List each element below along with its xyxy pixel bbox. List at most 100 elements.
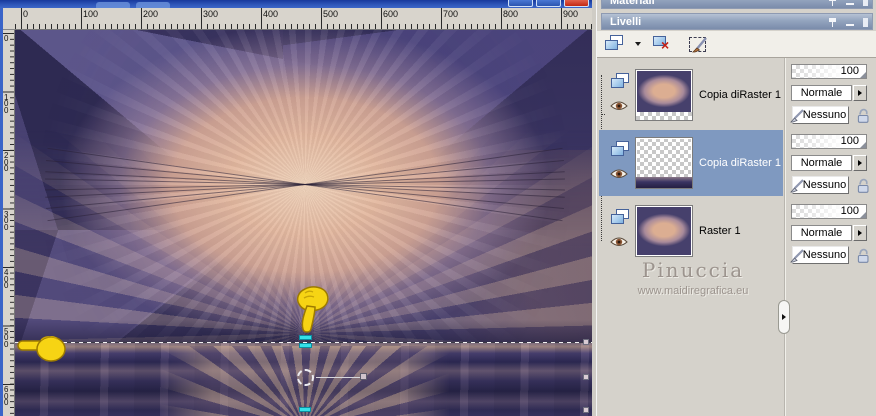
deform-handle[interactable] bbox=[583, 407, 589, 413]
layer-visibility-eye-icon[interactable] bbox=[610, 167, 628, 179]
selection-handle-cyan[interactable] bbox=[299, 407, 311, 412]
edit-selection-button[interactable] bbox=[685, 33, 715, 56]
lock-icon[interactable] bbox=[855, 107, 872, 124]
layer-opacity-slider[interactable]: 100 bbox=[791, 204, 867, 219]
blend-mode-dropdown-arrow[interactable] bbox=[853, 225, 867, 241]
watermark-name: Pinuccia bbox=[641, 258, 745, 282]
pin-icon[interactable] bbox=[829, 0, 837, 7]
v-ruler-label: 2 0 0 bbox=[4, 151, 9, 173]
pointing-hand-down-icon bbox=[292, 284, 334, 336]
layer-thumbnail[interactable] bbox=[635, 205, 693, 257]
materiali-panel-titlebar[interactable]: Materiali bbox=[601, 0, 873, 9]
layer-type-icon bbox=[609, 139, 631, 158]
link-group-row: Nessuno bbox=[789, 176, 873, 195]
delete-layer-button[interactable]: × bbox=[649, 33, 679, 56]
layer-row[interactable]: Copia diRaster 1 bbox=[599, 62, 783, 128]
h-ruler-label: 200 bbox=[143, 9, 159, 19]
panel-splitter[interactable] bbox=[784, 58, 786, 416]
image-window: 0 100 200 300 400 500 600 700 800 900 0 1 0 0 2 0 0… bbox=[0, 0, 592, 416]
layer-type-icon bbox=[609, 71, 631, 90]
v-ruler-label: 5 0 0 bbox=[4, 326, 9, 349]
layer-opacity-slider[interactable]: 100 bbox=[791, 134, 867, 149]
blend-mode-select[interactable]: Normale bbox=[791, 225, 852, 241]
pin-icon[interactable] bbox=[829, 17, 837, 28]
rotation-arm-handle[interactable] bbox=[360, 373, 367, 380]
layer-name-label: Raster 1 bbox=[699, 225, 741, 237]
h-ruler-label: 500 bbox=[323, 9, 339, 19]
link-group-row: Nessuno bbox=[789, 106, 873, 125]
arrow-right-icon bbox=[858, 160, 862, 166]
selection-handle-cyan[interactable] bbox=[299, 343, 312, 348]
watermark: Pinuccia www.maidiregrafica.eu bbox=[597, 258, 789, 297]
collapse-icon[interactable] bbox=[846, 3, 854, 5]
rotation-pivot-icon[interactable] bbox=[297, 369, 314, 386]
layer-row[interactable]: Copia diRaster 1 bbox=[599, 130, 783, 196]
blend-mode-select[interactable]: Normale bbox=[791, 85, 852, 101]
blend-mode-dropdown-arrow[interactable] bbox=[853, 85, 867, 101]
lock-icon[interactable] bbox=[855, 247, 872, 264]
h-ruler-label: 800 bbox=[503, 9, 519, 19]
h-ruler-label: 700 bbox=[443, 9, 459, 19]
panel-menu-icon[interactable] bbox=[863, 18, 868, 27]
opacity-value: 100 bbox=[840, 135, 859, 147]
opacity-value: 100 bbox=[840, 205, 859, 217]
layer-thumbnail[interactable] bbox=[635, 137, 693, 189]
layer-controls-group: 100 Normale Nessuno bbox=[789, 133, 876, 199]
link-group-row: Nessuno bbox=[789, 246, 873, 265]
rotation-pivot-arm bbox=[316, 377, 360, 378]
v-ruler-label: 1 0 0 bbox=[4, 92, 9, 115]
deform-handle[interactable] bbox=[583, 374, 589, 380]
new-layer-button[interactable] bbox=[603, 33, 643, 56]
h-ruler-label: 900 bbox=[563, 9, 579, 19]
layers-palette: Materiali Livelli × Copia diRaster 1 Cop… bbox=[596, 0, 876, 416]
panel-splitter-handle[interactable] bbox=[778, 300, 790, 334]
close-button[interactable] bbox=[564, 0, 589, 7]
opacity-slider-thumb[interactable] bbox=[860, 212, 866, 218]
collapse-icon[interactable] bbox=[846, 24, 854, 26]
v-ruler-label: 4 0 0 bbox=[4, 268, 9, 290]
layer-visibility-eye-icon[interactable] bbox=[610, 99, 628, 111]
livelli-title: Livelli bbox=[610, 16, 642, 28]
opacity-slider-thumb[interactable] bbox=[860, 72, 866, 78]
brush-icon bbox=[790, 108, 805, 123]
vertical-ruler: 0 1 0 0 2 0 0 3 0 0 4 0 0 5 0 0 6 0 0 bbox=[3, 30, 15, 416]
opacity-slider-thumb[interactable] bbox=[860, 142, 866, 148]
deform-handle[interactable] bbox=[583, 339, 589, 345]
layer-controls-column: 100 Normale Nessuno 100 Normale Nessuno … bbox=[789, 58, 876, 273]
h-ruler-label: 0 bbox=[23, 9, 29, 19]
v-ruler-label: 3 0 0 bbox=[4, 209, 9, 232]
brush-icon bbox=[790, 248, 805, 263]
v-ruler-label: 6 0 0 bbox=[4, 385, 9, 407]
h-ruler-label: 400 bbox=[263, 9, 279, 19]
layer-controls-group: 100 Normale Nessuno bbox=[789, 203, 876, 269]
layer-opacity-slider[interactable]: 100 bbox=[791, 64, 867, 79]
layer-name-label: Copia diRaster 1 bbox=[699, 157, 781, 169]
blend-mode-row: Normale bbox=[791, 85, 867, 102]
blend-mode-row: Normale bbox=[791, 225, 867, 242]
layer-visibility-eye-icon[interactable] bbox=[610, 235, 628, 247]
canvas[interactable] bbox=[15, 30, 592, 416]
lock-icon[interactable] bbox=[855, 177, 872, 194]
image-window-titlebar[interactable] bbox=[0, 0, 592, 8]
blend-mode-select[interactable]: Normale bbox=[791, 155, 852, 171]
minimize-button[interactable] bbox=[508, 0, 533, 7]
arrow-right-icon bbox=[858, 90, 862, 96]
layer-name-label: Copia diRaster 1 bbox=[699, 89, 781, 101]
v-ruler-label: 0 bbox=[4, 34, 9, 43]
psp-workspace: 0 100 200 300 400 500 600 700 800 900 0 1 0 0 2 0 0… bbox=[0, 0, 876, 416]
arrow-right-icon bbox=[858, 230, 862, 236]
livelli-panel-titlebar[interactable]: Livelli bbox=[601, 13, 873, 30]
layer-type-icon bbox=[609, 207, 631, 226]
converging-lines bbox=[45, 147, 565, 222]
layer-thumbnail[interactable] bbox=[635, 69, 693, 121]
ruler-corner bbox=[3, 8, 15, 30]
h-ruler-label: 100 bbox=[83, 9, 99, 19]
panel-menu-icon[interactable] bbox=[863, 0, 868, 6]
maximize-button[interactable] bbox=[536, 0, 561, 7]
blend-mode-dropdown-arrow[interactable] bbox=[853, 155, 867, 171]
h-ruler-label: 600 bbox=[383, 9, 399, 19]
blend-mode-row: Normale bbox=[791, 155, 867, 172]
horizontal-ruler: 0 100 200 300 400 500 600 700 800 900 bbox=[15, 8, 592, 30]
layer-row[interactable]: Raster 1 bbox=[599, 198, 783, 264]
new-layer-dropdown-arrow-icon[interactable] bbox=[635, 42, 641, 46]
